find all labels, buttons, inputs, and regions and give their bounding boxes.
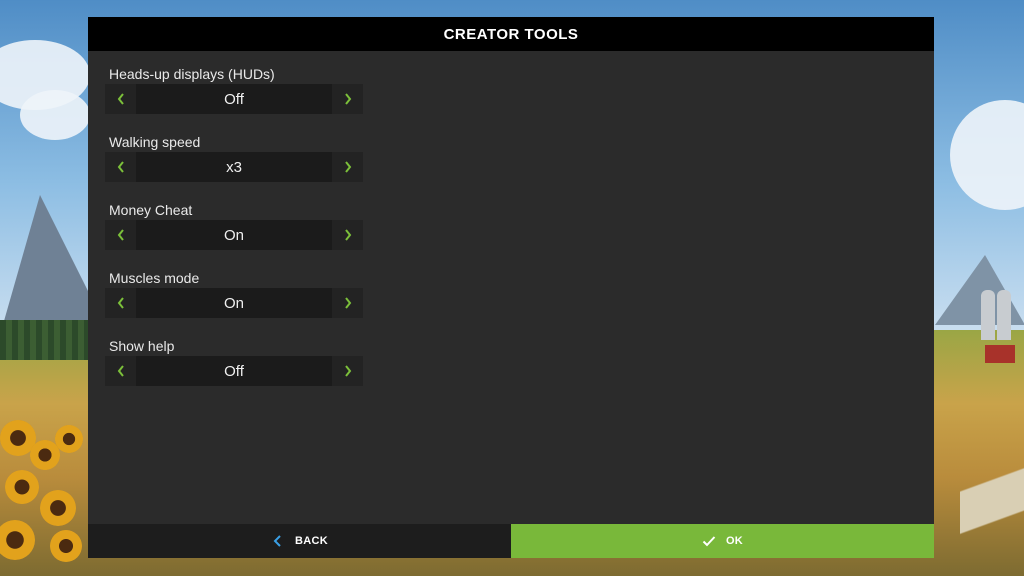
setting-walking-speed: Walking speed x3: [105, 133, 363, 201]
money-cheat-next-button[interactable]: [332, 220, 363, 250]
huds-next-button[interactable]: [332, 84, 363, 114]
cloud: [20, 90, 90, 140]
sunflower: [55, 425, 83, 453]
muscles-mode-next-button[interactable]: [332, 288, 363, 318]
chevron-right-icon: [344, 297, 351, 309]
money-cheat-value: On: [136, 220, 332, 250]
silo: [981, 290, 995, 340]
walking-speed-prev-button[interactable]: [105, 152, 136, 182]
ok-button[interactable]: OK: [511, 524, 934, 558]
setting-label: Heads-up displays (HUDs): [109, 66, 275, 82]
money-cheat-prev-button[interactable]: [105, 220, 136, 250]
dialog-header: CREATOR TOOLS: [88, 17, 934, 51]
setting-label: Muscles mode: [109, 270, 200, 286]
chevron-left-icon: [273, 535, 281, 547]
sunflower: [50, 530, 82, 562]
walking-speed-value: x3: [136, 152, 332, 182]
barn: [985, 345, 1015, 363]
dirt-road: [960, 440, 1024, 576]
muscles-mode-selector: On: [105, 288, 363, 318]
setting-label: Money Cheat: [109, 202, 193, 218]
chevron-right-icon: [344, 365, 351, 377]
back-button-label: BACK: [295, 535, 328, 547]
huds-prev-button[interactable]: [105, 84, 136, 114]
huds-value: Off: [136, 84, 332, 114]
show-help-prev-button[interactable]: [105, 356, 136, 386]
setting-huds: Heads-up displays (HUDs) Off: [105, 65, 363, 133]
muscles-mode-value: On: [136, 288, 332, 318]
silo: [997, 290, 1011, 340]
setting-label: Show help: [109, 338, 175, 354]
chevron-right-icon: [344, 161, 351, 173]
chevron-right-icon: [344, 93, 351, 105]
dialog-title: CREATOR TOOLS: [443, 25, 579, 43]
show-help-next-button[interactable]: [332, 356, 363, 386]
chevron-right-icon: [344, 229, 351, 241]
checkmark-icon: [702, 536, 716, 547]
show-help-value: Off: [136, 356, 332, 386]
huds-selector: Off: [105, 84, 363, 114]
chevron-left-icon: [117, 297, 124, 309]
ok-button-label: OK: [725, 535, 744, 547]
sunflower: [5, 470, 39, 504]
creator-tools-dialog: CREATOR TOOLS Heads-up displays (HUDs) O…: [88, 17, 934, 558]
chevron-left-icon: [117, 229, 124, 241]
walking-speed-next-button[interactable]: [332, 152, 363, 182]
show-help-selector: Off: [105, 356, 363, 386]
muscles-mode-prev-button[interactable]: [105, 288, 136, 318]
chevron-left-icon: [117, 365, 124, 377]
sunflower: [40, 490, 76, 526]
money-cheat-selector: On: [105, 220, 363, 250]
tree-line: [0, 320, 90, 360]
back-button[interactable]: BACK: [88, 524, 511, 558]
chevron-left-icon: [117, 93, 124, 105]
setting-show-help: Show help Off: [105, 337, 363, 405]
settings-list: Heads-up displays (HUDs) Off Walking spe…: [105, 65, 363, 405]
setting-muscles-mode: Muscles mode On: [105, 269, 363, 337]
walking-speed-selector: x3: [105, 152, 363, 182]
chevron-left-icon: [117, 161, 124, 173]
setting-label: Walking speed: [109, 134, 201, 150]
dialog-footer: BACK OK: [88, 524, 934, 558]
setting-money-cheat: Money Cheat On: [105, 201, 363, 269]
